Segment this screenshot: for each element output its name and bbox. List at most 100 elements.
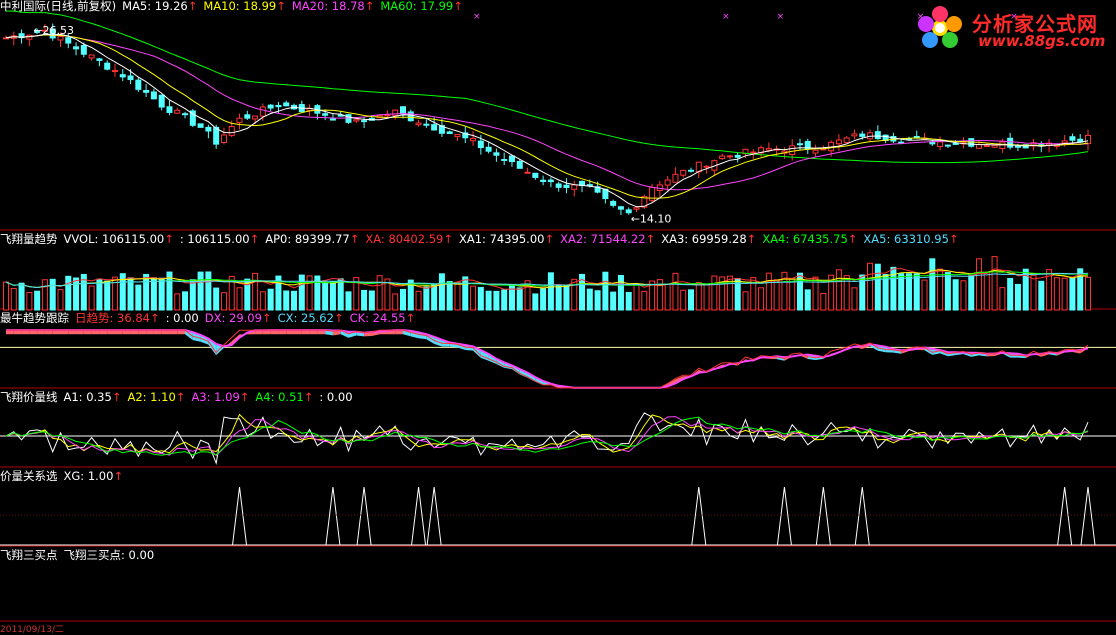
candle-body-94 [735, 155, 740, 157]
volume-bar-12 [97, 279, 102, 310]
volume-bar-64 [502, 290, 507, 310]
volume-bar-107 [836, 270, 841, 310]
candle-body-34 [268, 105, 273, 108]
priceline-label-3-arrow-icon: ↑ [240, 390, 250, 404]
candle-body-15 [120, 75, 125, 77]
volume-bar-20 [159, 278, 164, 310]
candle-body-21 [167, 107, 172, 113]
price-label-4: MA60: 17.99 [380, 0, 453, 13]
volume-bar-118 [922, 280, 927, 310]
price-label-2: MA10: 18.99 [203, 0, 276, 13]
volume-bar-41 [323, 283, 328, 310]
volume-bar-116 [906, 274, 911, 310]
volume-bar-2 [19, 283, 24, 310]
candle-body-50 [393, 110, 398, 115]
priceline-label-2: A2: 1.10 [127, 390, 175, 404]
volume-bar-127 [992, 257, 997, 310]
signal-marker-0: × [473, 12, 481, 22]
volume-bar-111 [868, 263, 873, 310]
candle-body-109 [852, 134, 857, 136]
candle-body-65 [509, 156, 514, 162]
trend-label-2: : 0.00 [166, 311, 199, 325]
volume-bar-113 [883, 275, 888, 310]
volume-bar-36 [284, 291, 289, 310]
volume-bar-61 [478, 287, 483, 310]
volume-bar-17 [136, 285, 141, 310]
volume-bar-42 [330, 282, 335, 310]
candle-body-70 [548, 180, 553, 182]
volume-bar-95 [743, 292, 748, 310]
high-price-label: ←26.53 [33, 24, 74, 37]
volume-bar-137 [1070, 278, 1075, 310]
candle-body-62 [486, 147, 491, 151]
candle-body-92 [720, 156, 725, 158]
selector-panel-header: 价量关系选XG: 1.00↑ [0, 469, 129, 483]
candle-body-20 [159, 95, 164, 107]
volume-bar-48 [377, 276, 382, 310]
buypoint-label-1: 飞翔三买点: 0.00 [64, 548, 155, 562]
candle-body-90 [704, 166, 709, 167]
candle-body-44 [346, 115, 351, 123]
candle-body-16 [128, 76, 133, 80]
volume-label-7-arrow-icon: ↑ [747, 232, 757, 246]
candle-body-120 [938, 142, 943, 147]
candle-body-98 [766, 149, 771, 151]
volume-bar-46 [362, 290, 367, 310]
xg-signal-6 [777, 487, 791, 545]
volume-bar-18 [144, 274, 149, 310]
volume-bar-9 [74, 278, 79, 310]
volume-bar-123 [961, 281, 966, 310]
volume-label-4-arrow-icon: ↑ [443, 232, 453, 246]
volume-bar-50 [393, 294, 398, 310]
volume-bar-11 [89, 286, 94, 310]
flower-logo-icon [910, 2, 970, 54]
volume-label-7: XA3: 69959.28 [661, 232, 746, 246]
volume-bar-80 [626, 292, 631, 310]
volume-bar-32 [253, 273, 258, 310]
candle-body-11 [89, 55, 94, 58]
candle-body-72 [564, 185, 569, 187]
candle-body-78 [611, 201, 616, 205]
candle-body-25 [198, 124, 203, 127]
volume-bar-112 [875, 264, 880, 310]
volume-bar-135 [1054, 278, 1059, 310]
volume-bar-115 [899, 274, 904, 310]
candle-body-54 [424, 124, 429, 125]
volume-bar-47 [369, 291, 374, 310]
xg-signal-7 [816, 487, 830, 545]
volume-bar-119 [930, 259, 935, 310]
volume-bar-91 [712, 276, 717, 310]
candle-body-87 [681, 170, 686, 175]
volume-bar-79 [618, 275, 623, 310]
volume-bar-34 [268, 289, 273, 310]
volume-bar-105 [821, 293, 826, 310]
volume-bar-98 [766, 273, 771, 310]
candle-body-88 [689, 170, 694, 171]
candle-body-139 [1086, 135, 1091, 143]
volume-label-3: AP0: 89399.77 [265, 232, 350, 246]
site-logo[interactable]: 分析家公式网 www.88gs.com [910, 2, 1116, 54]
candle-body-104 [813, 150, 818, 153]
volume-bar-132 [1031, 275, 1036, 310]
candle-body-18 [144, 90, 149, 92]
volume-bar-133 [1039, 281, 1044, 310]
volume-bar-30 [237, 288, 242, 310]
priceline-label-2-arrow-icon: ↑ [176, 390, 186, 404]
price-label-4-arrow-icon: ↑ [453, 0, 463, 13]
candle-body-32 [253, 116, 258, 119]
candle-body-28 [221, 135, 226, 143]
candle-body-8 [66, 38, 71, 43]
volume-bar-4 [35, 291, 40, 310]
dx-line [6, 330, 1088, 388]
volume-bar-38 [299, 275, 304, 310]
candle-body-14 [112, 70, 117, 71]
volume-bar-22 [175, 294, 180, 310]
signal-marker-2: × [777, 12, 785, 22]
volume-bar-89 [696, 283, 701, 310]
price-label-0: 中利国际(日线,前复权) [0, 0, 116, 13]
trend-label-1-arrow-icon: ↑ [150, 311, 160, 325]
candle-body-122 [953, 143, 958, 144]
priceline-label-4-arrow-icon: ↑ [304, 390, 314, 404]
volume-bar-28 [221, 293, 226, 310]
volume-bar-109 [852, 288, 857, 310]
